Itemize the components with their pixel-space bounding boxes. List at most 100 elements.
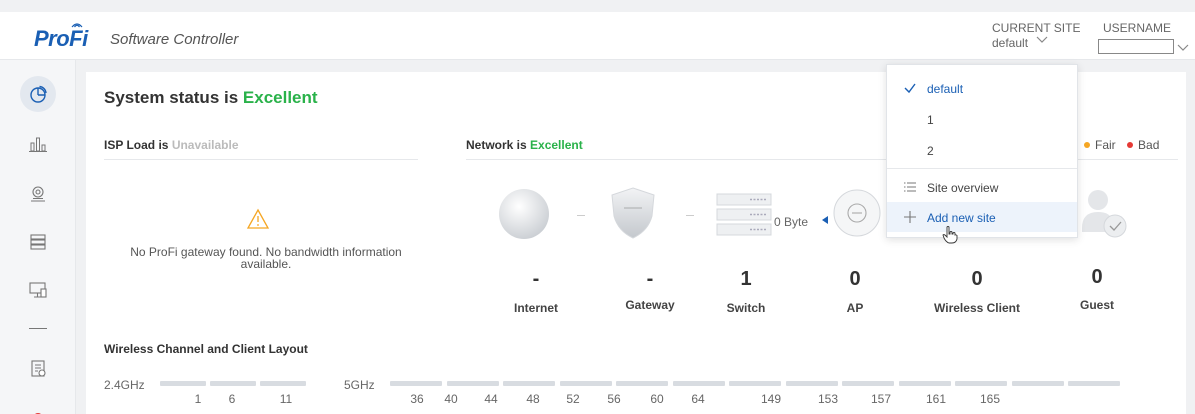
check-icon: [904, 83, 916, 94]
bad-dot-icon: [1127, 142, 1134, 148]
alert-dot-icon: [35, 413, 41, 414]
channel-number: 6: [228, 392, 236, 406]
access-point-icon[interactable]: [832, 188, 882, 238]
network-label-text: Network is: [466, 138, 531, 152]
sidebar: [0, 60, 76, 414]
guest-value: 0: [1091, 266, 1103, 288]
clients-monitor-icon: [29, 282, 47, 298]
channel-bar: [446, 381, 499, 386]
site-option-label: 2: [927, 144, 934, 158]
divider: [104, 159, 418, 160]
channel-bar: [842, 381, 894, 386]
arrow-left-icon: [822, 216, 828, 224]
sidebar-item-alerts[interactable]: [20, 398, 56, 414]
site-option-label: 1: [927, 113, 934, 127]
channel-bar: [390, 381, 442, 386]
sidebar-item-devices[interactable]: [20, 224, 56, 260]
app-root: ProFi Software Controller CURRENT SITE d…: [0, 0, 1195, 414]
divider: [887, 168, 1077, 169]
site-option-2[interactable]: 2: [887, 135, 1077, 165]
logo-wifi-icon: [71, 23, 83, 28]
legend: Fair Bad: [1076, 138, 1159, 152]
network-status-label: Network is Excellent: [466, 138, 583, 152]
logo[interactable]: ProFi: [34, 26, 88, 52]
channel-bar: [672, 381, 725, 386]
channel-number: 161: [925, 392, 947, 406]
guest-user-icon[interactable]: [1080, 188, 1130, 242]
channel-number: 36: [410, 392, 424, 406]
sidebar-item-map[interactable]: [20, 176, 56, 212]
list-icon: [904, 182, 916, 192]
channel-bar: [898, 381, 951, 386]
internet-globe-icon[interactable]: [498, 188, 550, 240]
wireless-client-value: 0: [971, 268, 983, 290]
chevron-down-icon[interactable]: [1177, 42, 1189, 52]
sidebar-item-dashboard[interactable]: [20, 76, 56, 112]
channel-bar: [210, 381, 256, 386]
switch-stack-icon[interactable]: [716, 192, 772, 238]
channel-number: 165: [979, 392, 1001, 406]
channel-number: 11: [279, 392, 293, 406]
plus-icon: [904, 211, 916, 223]
connector: [577, 215, 585, 216]
legend-fair: Fair: [1095, 138, 1116, 152]
channel-bar: [559, 381, 612, 386]
switch-value: 1: [740, 268, 752, 290]
sidebar-item-logs[interactable]: [20, 350, 56, 386]
channel-bar: [260, 381, 306, 386]
band-5ghz-label: 5GHz: [344, 378, 375, 392]
no-gateway-message: No ProFi gateway found. No bandwidth inf…: [130, 245, 402, 271]
chevron-down-icon[interactable]: [1036, 34, 1048, 44]
current-site-selector[interactable]: default: [992, 36, 1028, 50]
dashboard-pie-icon: [30, 85, 47, 103]
sidebar-divider: [29, 328, 47, 329]
sidebar-item-clients[interactable]: [20, 272, 56, 308]
warning-icon: [246, 208, 270, 229]
site-dropdown-menu: default 1 2 Site overview Add new site: [886, 64, 1078, 238]
current-site-label: CURRENT SITE: [992, 21, 1081, 35]
channel-number: 64: [691, 392, 705, 406]
sidebar-item-statistics[interactable]: [20, 126, 56, 162]
channel-bar: [616, 381, 668, 386]
internet-value: -: [532, 268, 540, 290]
channel-number: 60: [650, 392, 664, 406]
top-bar: ProFi Software Controller CURRENT SITE d…: [0, 12, 1195, 60]
fair-dot-icon: [1084, 142, 1090, 148]
connector: [686, 215, 694, 216]
channel-number: 153: [817, 392, 839, 406]
isp-value: Unavailable: [171, 138, 239, 152]
channel-number: 48: [526, 392, 540, 406]
wireless-client-label: Wireless Client: [934, 301, 1020, 315]
app-title: Software Controller: [110, 31, 239, 48]
username-menu[interactable]: [1098, 39, 1174, 54]
gateway-value: -: [646, 268, 654, 290]
wireless-layout-title: Wireless Channel and Client Layout: [104, 342, 308, 356]
site-option-default[interactable]: default: [887, 73, 1077, 103]
channel-number: 56: [607, 392, 621, 406]
add-new-site-label: Add new site: [927, 211, 996, 225]
log-report-icon: [31, 360, 46, 377]
map-location-icon: [31, 186, 45, 202]
site-option-1[interactable]: 1: [887, 104, 1077, 134]
channel-number: 1: [194, 392, 202, 406]
legend-bad: Bad: [1138, 138, 1160, 152]
ap-value: 0: [849, 268, 861, 290]
system-status-title: System status is Excellent: [104, 88, 318, 108]
channel-bar: [729, 381, 781, 386]
channel-number: 44: [484, 392, 498, 406]
ap-label: AP: [846, 301, 864, 315]
hand-cursor-icon: [942, 226, 958, 244]
channel-bar: [160, 381, 206, 386]
add-new-site-item[interactable]: Add new site: [887, 202, 1077, 232]
channel-bar: [1068, 381, 1120, 386]
site-overview-item[interactable]: Site overview: [887, 172, 1077, 202]
gateway-shield-icon[interactable]: [608, 186, 658, 240]
channel-bar: [503, 381, 555, 386]
channel-number: 149: [760, 392, 782, 406]
site-overview-label: Site overview: [927, 181, 999, 195]
channel-bar: [1011, 381, 1064, 386]
channel-number: 157: [870, 392, 892, 406]
isp-load-label: ISP Load is Unavailable: [104, 138, 239, 152]
throughput-value: 0 Byte: [774, 215, 809, 229]
channel-bar: [785, 381, 838, 386]
